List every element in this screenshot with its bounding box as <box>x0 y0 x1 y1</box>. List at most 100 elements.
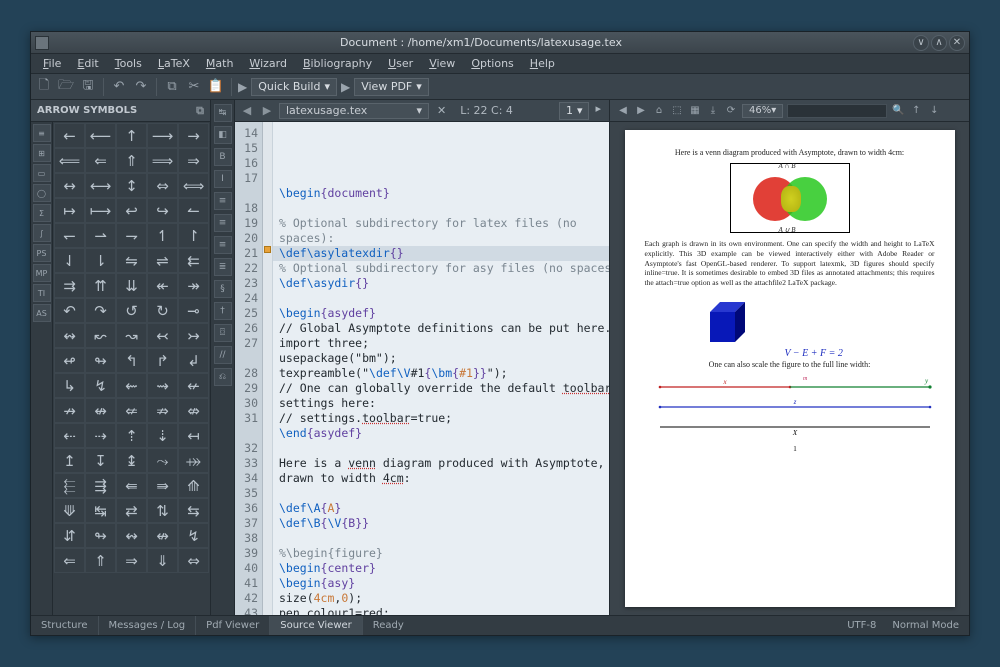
symbol-cell[interactable]: ↢ <box>147 323 178 348</box>
symbol-cell[interactable]: ↔ <box>54 173 85 198</box>
symbol-cell[interactable]: ⇃ <box>54 248 85 273</box>
symbol-category-button[interactable]: ▭ <box>33 164 51 182</box>
symbol-cell[interactable]: ⇓ <box>147 548 178 573</box>
symbol-cell[interactable]: ↰ <box>116 348 147 373</box>
menu-math[interactable]: Math <box>200 55 240 72</box>
symbol-category-button[interactable]: ◯ <box>33 184 51 202</box>
pdf-home-icon[interactable]: ⌂ <box>652 104 666 118</box>
symbol-cell[interactable]: ⇡ <box>116 423 147 448</box>
symbol-cell[interactable]: ↻ <box>147 298 178 323</box>
symbol-cell[interactable]: ↫ <box>54 348 85 373</box>
status-tab-messages-log[interactable]: Messages / Log <box>99 616 197 635</box>
pdf-fit-icon[interactable]: ⬚ <box>670 104 684 118</box>
symbol-cell[interactable]: ↞ <box>147 273 178 298</box>
close-button[interactable]: ✕ <box>949 35 965 51</box>
symbol-cell[interactable]: ⇅ <box>147 498 178 523</box>
symbol-cell[interactable]: ↲ <box>178 348 209 373</box>
copy-icon[interactable]: ⧉ <box>163 78 181 96</box>
symbol-cell[interactable]: ↨ <box>116 448 147 473</box>
pdf-grid-icon[interactable]: ▦ <box>688 104 702 118</box>
status-tab-structure[interactable]: Structure <box>31 616 99 635</box>
symbol-cell[interactable]: ⇒ <box>116 548 147 573</box>
symbol-cell[interactable]: ↝ <box>116 323 147 348</box>
symbol-cell[interactable]: ⇠ <box>54 423 85 448</box>
menu-help[interactable]: Help <box>524 55 561 72</box>
maximize-button[interactable]: ∧ <box>931 35 947 51</box>
menu-view[interactable]: View <box>423 55 461 72</box>
symbol-cell[interactable]: ↯ <box>85 373 116 398</box>
symbol-cell[interactable]: ↽ <box>54 223 85 248</box>
pdf-export-icon[interactable]: ⤓ <box>706 104 720 118</box>
symbol-cell[interactable]: ⟵ <box>85 123 116 148</box>
cut-icon[interactable]: ✂ <box>185 78 203 96</box>
symbol-cell[interactable]: ↿ <box>147 223 178 248</box>
symbol-cell[interactable]: ⇜ <box>116 373 147 398</box>
symbol-cell[interactable]: → <box>178 123 209 148</box>
format-icon[interactable]: I <box>214 170 232 188</box>
paste-icon[interactable]: 📋 <box>207 78 225 96</box>
pdf-search-prev-icon[interactable]: ↑ <box>909 104 923 118</box>
minimize-button[interactable]: ∨ <box>913 35 929 51</box>
symbol-cell[interactable]: ← <box>54 123 85 148</box>
menu-user[interactable]: User <box>382 55 419 72</box>
symbol-cell[interactable]: ↑ <box>116 123 147 148</box>
symbol-cell[interactable]: ↤ <box>178 423 209 448</box>
code-area[interactable]: \begin{document} % Optional subdirectory… <box>273 122 609 615</box>
run-icon[interactable]: ▶ <box>238 80 247 94</box>
symbol-cell[interactable]: ⊸ <box>178 298 209 323</box>
redo-icon[interactable]: ↷ <box>132 78 150 96</box>
format-icon[interactable]: ≡ <box>214 236 232 254</box>
symbol-cell[interactable]: ⇏ <box>147 398 178 423</box>
symbol-cell[interactable]: ⇋ <box>116 248 147 273</box>
symbol-cell[interactable]: ⇵ <box>54 523 85 548</box>
symbol-category-button[interactable]: ∫ <box>33 224 51 242</box>
code-editor[interactable]: 14 15 16 17 18 19 20 21 22 23 24 25 26 2… <box>235 122 609 615</box>
menu-latex[interactable]: LaTeX <box>152 55 196 72</box>
status-tab-pdf-viewer[interactable]: Pdf Viewer <box>196 616 270 635</box>
menu-file[interactable]: File <box>37 55 67 72</box>
pdf-prev-page-icon[interactable]: ◀ <box>616 104 630 118</box>
tab-prev-icon[interactable]: ◀ <box>239 104 255 117</box>
symbol-cell[interactable]: ⇐ <box>54 548 85 573</box>
pdf-rotate-icon[interactable]: ⟳ <box>724 104 738 118</box>
symbol-cell[interactable]: ↪ <box>147 198 178 223</box>
symbol-cell[interactable]: ↳ <box>54 373 85 398</box>
symbol-cell[interactable]: ↣ <box>178 323 209 348</box>
page-selector[interactable]: 1▾ <box>559 102 590 120</box>
pdf-search-icon[interactable]: 🔍 <box>891 104 905 118</box>
symbol-cell[interactable]: ⇢ <box>85 423 116 448</box>
symbol-cell[interactable]: ⇆ <box>178 498 209 523</box>
format-icon[interactable]: ↹ <box>214 104 232 122</box>
symbol-cell[interactable]: ↭ <box>116 523 147 548</box>
pdf-zoom-select[interactable]: 46% ▾ <box>742 104 783 118</box>
pdf-search-next-icon[interactable]: ↓ <box>927 104 941 118</box>
symbol-cell[interactable]: ↯ <box>178 523 209 548</box>
symbol-cell[interactable]: ↩ <box>116 198 147 223</box>
symbol-category-button[interactable]: ≡ <box>33 124 51 142</box>
symbol-cell[interactable]: ⇀ <box>85 223 116 248</box>
undo-icon[interactable]: ↶ <box>110 78 128 96</box>
symbol-cell[interactable]: ⇣ <box>147 423 178 448</box>
symbol-cell[interactable]: ⇶ <box>85 473 116 498</box>
symbol-category-button[interactable]: MP <box>33 264 51 282</box>
pdf-next-page-icon[interactable]: ▶ <box>634 104 648 118</box>
symbol-cell[interactable]: ⟸ <box>54 148 85 173</box>
symbol-cell[interactable]: ↛ <box>54 398 85 423</box>
symbol-cell[interactable]: ↚ <box>178 373 209 398</box>
symbol-cell[interactable]: ↱ <box>147 348 178 373</box>
symbol-cell[interactable]: ↮ <box>85 398 116 423</box>
symbol-cell[interactable]: ⤳ <box>147 448 178 473</box>
symbol-cell[interactable]: ⇄ <box>116 498 147 523</box>
format-icon[interactable]: † <box>214 302 232 320</box>
viewer-select[interactable]: View PDF▾ <box>354 78 429 96</box>
symbol-cell[interactable]: ⇇ <box>178 248 209 273</box>
format-icon[interactable]: ≣ <box>214 258 232 276</box>
symbol-cell[interactable]: ⇑ <box>116 148 147 173</box>
symbol-cell[interactable]: ⇌ <box>147 248 178 273</box>
symbol-cell[interactable]: ⟶ <box>147 123 178 148</box>
new-file-icon[interactable]: 🗋 <box>35 78 53 96</box>
save-icon[interactable]: 🖫 <box>79 78 97 96</box>
symbol-cell[interactable]: ⇉ <box>54 273 85 298</box>
build-select[interactable]: Quick Build▾ <box>251 78 337 96</box>
sidebar-popout-icon[interactable]: ⧉ <box>196 104 204 118</box>
